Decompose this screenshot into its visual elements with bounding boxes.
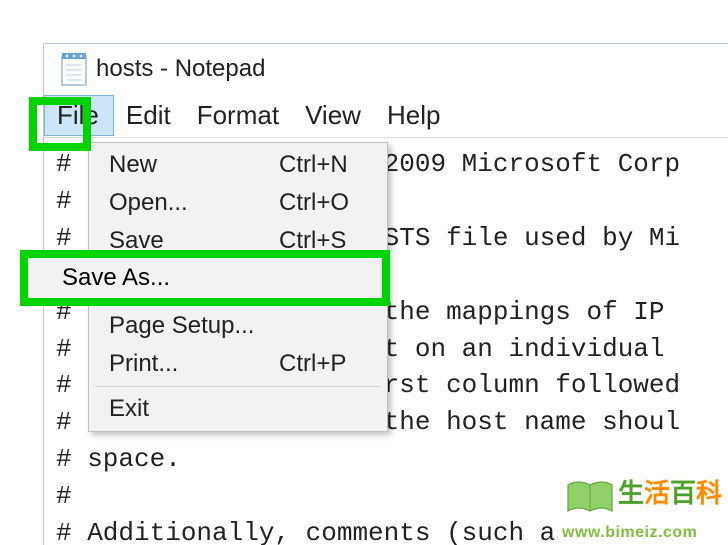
menu-saveas-label: Save As...	[62, 264, 170, 292]
menu-save-label: Save	[109, 227, 164, 255]
menu-view[interactable]: View	[293, 96, 375, 135]
watermark: 生活百科 www.bimeiz.com	[558, 471, 728, 545]
watermark-url: www.bimeiz.com	[562, 524, 697, 542]
menu-new-label: New	[109, 151, 157, 179]
menu-save-as[interactable]: Save As...	[28, 258, 382, 298]
menu-open[interactable]: Open... Ctrl+O	[91, 184, 385, 222]
menu-print-label: Print...	[109, 350, 178, 378]
menu-page-setup[interactable]: Page Setup...	[91, 307, 385, 345]
menubar: File Edit Format View Help	[44, 94, 728, 138]
menu-new[interactable]: New Ctrl+N	[91, 146, 385, 184]
menu-save[interactable]: Save Ctrl+S	[91, 222, 385, 260]
menu-print[interactable]: Print... Ctrl+P	[91, 345, 385, 383]
menu-edit[interactable]: Edit	[114, 96, 185, 135]
notepad-icon	[60, 51, 88, 87]
menu-help[interactable]: Help	[375, 96, 454, 135]
watermark-brand: 生活百科	[618, 473, 722, 510]
menu-separator-1	[95, 303, 381, 304]
menu-print-shortcut: Ctrl+P	[279, 350, 346, 378]
menu-new-shortcut: Ctrl+N	[279, 151, 348, 179]
menu-exit[interactable]: Exit	[91, 390, 385, 428]
menu-file[interactable]: File	[44, 95, 114, 136]
menu-save-shortcut: Ctrl+S	[279, 227, 346, 255]
menu-pagesetup-label: Page Setup...	[109, 312, 254, 340]
menu-format[interactable]: Format	[185, 96, 293, 135]
menu-open-shortcut: Ctrl+O	[279, 189, 349, 217]
book-icon	[566, 479, 614, 517]
menu-separator-2	[95, 386, 381, 387]
titlebar: hosts - Notepad	[44, 44, 728, 94]
menu-exit-label: Exit	[109, 395, 149, 423]
window-title: hosts - Notepad	[96, 55, 265, 83]
menu-open-label: Open...	[109, 189, 188, 217]
